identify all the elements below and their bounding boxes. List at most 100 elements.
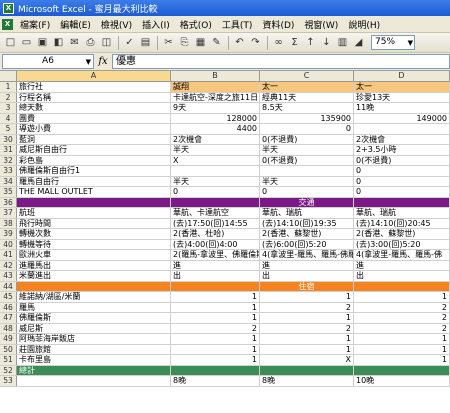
cell-d[interactable]: 1 xyxy=(354,334,450,344)
row-header[interactable]: 31 xyxy=(0,145,17,155)
cell-b[interactable]: 9天 xyxy=(171,103,260,113)
cell-c[interactable]: 0(不退費) xyxy=(260,155,354,165)
drawing-icon[interactable]: ◢ xyxy=(351,35,366,50)
cell-c[interactable]: (去)14:10(回)19:35 xyxy=(260,218,354,228)
cell-b[interactable]: 2 xyxy=(171,323,260,333)
cell-c[interactable]: 2 xyxy=(260,302,354,312)
row-header[interactable]: 39 xyxy=(0,229,17,239)
cell-a[interactable]: 藍洞 xyxy=(17,134,171,144)
name-box[interactable]: A6 ▼ xyxy=(2,54,94,69)
cell-b[interactable] xyxy=(171,166,260,176)
row-header[interactable]: 2 xyxy=(0,92,17,102)
cell-a[interactable]: 飛行時間 xyxy=(17,218,171,228)
cell-d[interactable] xyxy=(354,281,450,291)
cell-b[interactable]: 1 xyxy=(171,334,260,344)
row-header[interactable]: 36 xyxy=(0,197,17,207)
cell-d[interactable]: 2 xyxy=(354,313,450,323)
excel-doc-icon[interactable]: X xyxy=(2,18,13,30)
cell-c[interactable]: 出 xyxy=(260,271,354,281)
row-header[interactable]: 32 xyxy=(0,155,17,165)
cell-a[interactable]: THE MALL OUTLET xyxy=(17,187,171,197)
cell-c[interactable]: 1 xyxy=(260,313,354,323)
cell-d[interactable]: 1 xyxy=(354,355,450,365)
cell-c[interactable]: 1 xyxy=(260,292,354,302)
cell-c[interactable]: 8晚 xyxy=(260,376,354,386)
open-folder-icon[interactable]: ▭ xyxy=(19,35,34,50)
row-header[interactable]: 33 xyxy=(0,166,17,176)
cell-b[interactable]: 1 xyxy=(171,292,260,302)
cell-c[interactable]: 華航、瑞航 xyxy=(260,208,354,218)
menu-view[interactable]: 檢視(V) xyxy=(96,18,137,31)
row-header[interactable]: 42 xyxy=(0,260,17,270)
cell-b[interactable]: 2次機會 xyxy=(171,134,260,144)
menu-window[interactable]: 視窗(W) xyxy=(299,18,343,31)
redo-icon[interactable]: ↷ xyxy=(248,35,263,50)
cell-d[interactable]: 出 xyxy=(354,271,450,281)
cell-b[interactable]: 1 xyxy=(171,355,260,365)
row-header[interactable]: 41 xyxy=(0,250,17,260)
menu-help[interactable]: 說明(H) xyxy=(343,18,385,31)
cell-c[interactable]: 0(不退費) xyxy=(260,134,354,144)
cell-a[interactable] xyxy=(17,197,171,207)
cell-c[interactable]: 8.5天 xyxy=(260,103,354,113)
cell-c[interactable]: X xyxy=(260,355,354,365)
column-header-b[interactable]: B xyxy=(171,71,260,81)
row-header[interactable]: 5 xyxy=(0,124,17,134)
row-header[interactable]: 48 xyxy=(0,323,17,333)
row-header[interactable]: 47 xyxy=(0,313,17,323)
cell-a[interactable]: 米蘭進出 xyxy=(17,271,171,281)
menu-edit[interactable]: 編輯(E) xyxy=(55,18,96,31)
email-icon[interactable]: ✉ xyxy=(67,35,82,50)
cell-b[interactable]: 進 xyxy=(171,260,260,270)
cell-a[interactable]: 佛羅倫斯自由行1 xyxy=(17,166,171,176)
cut-icon[interactable]: ✂ xyxy=(161,35,176,50)
cell-c[interactable] xyxy=(260,166,354,176)
column-header-a[interactable]: A xyxy=(17,71,171,81)
row-header[interactable]: 43 xyxy=(0,271,17,281)
sort-desc-icon[interactable]: ↓ xyxy=(319,35,334,50)
cell-c[interactable]: 1 xyxy=(260,334,354,344)
cell-a[interactable]: 總計 xyxy=(17,365,171,375)
row-header[interactable]: 38 xyxy=(0,218,17,228)
cell-c[interactable] xyxy=(260,365,354,375)
cell-c[interactable]: (去)6:00(回)5:20 xyxy=(260,239,354,249)
row-header[interactable]: 3 xyxy=(0,103,17,113)
autosum-icon[interactable]: Σ xyxy=(287,35,302,50)
cell-b[interactable]: 8晚 xyxy=(171,376,260,386)
cell-b[interactable]: 2(羅馬-拿波里、佛羅倫斯 xyxy=(171,250,260,260)
cell-a[interactable]: 羅馬 xyxy=(17,302,171,312)
sort-asc-icon[interactable]: ↑ xyxy=(303,35,318,50)
cell-a[interactable]: 旅行社 xyxy=(17,82,171,92)
cell-a[interactable]: 維諾納/湖區/米蘭 xyxy=(17,292,171,302)
row-header[interactable]: 37 xyxy=(0,208,17,218)
print-preview-icon[interactable]: ◫ xyxy=(99,35,114,50)
undo-icon[interactable]: ↶ xyxy=(232,35,247,50)
zoom-select[interactable]: 75% ▼ xyxy=(371,35,415,50)
column-header-c[interactable]: C xyxy=(260,71,354,81)
cell-a[interactable] xyxy=(17,281,171,291)
cell-d[interactable]: 1 xyxy=(354,292,450,302)
new-file-icon[interactable]: □ xyxy=(3,35,18,50)
cell-d[interactable]: 0(不退費) xyxy=(354,155,450,165)
cell-b[interactable] xyxy=(171,197,260,207)
cell-d[interactable]: 2 xyxy=(354,323,450,333)
row-header[interactable]: 45 xyxy=(0,292,17,302)
cell-d[interactable] xyxy=(354,365,450,375)
cell-b[interactable] xyxy=(171,365,260,375)
save-icon[interactable]: ▣ xyxy=(35,35,50,50)
format-painter-icon[interactable]: ✎ xyxy=(209,35,224,50)
spellcheck-icon[interactable]: ✓ xyxy=(122,35,137,50)
print-icon[interactable]: ⎙ xyxy=(83,35,98,50)
row-header[interactable]: 44 xyxy=(0,281,17,291)
cell-b[interactable] xyxy=(171,281,260,291)
cell-b[interactable]: 2(香港、杜哈) xyxy=(171,229,260,239)
cell-c[interactable]: 交通 xyxy=(260,197,354,207)
cell-a[interactable]: 羅馬自由行 xyxy=(17,176,171,186)
cell-d[interactable]: 10晚 xyxy=(354,376,450,386)
cell-c[interactable]: 0 xyxy=(260,124,354,134)
cell-a[interactable]: 彩色島 xyxy=(17,155,171,165)
cell-a[interactable]: 航班 xyxy=(17,208,171,218)
chart-wizard-icon[interactable]: ▥ xyxy=(335,35,350,50)
formula-input[interactable]: 優惠 xyxy=(112,54,450,69)
cell-a[interactable]: 威尼斯 xyxy=(17,323,171,333)
